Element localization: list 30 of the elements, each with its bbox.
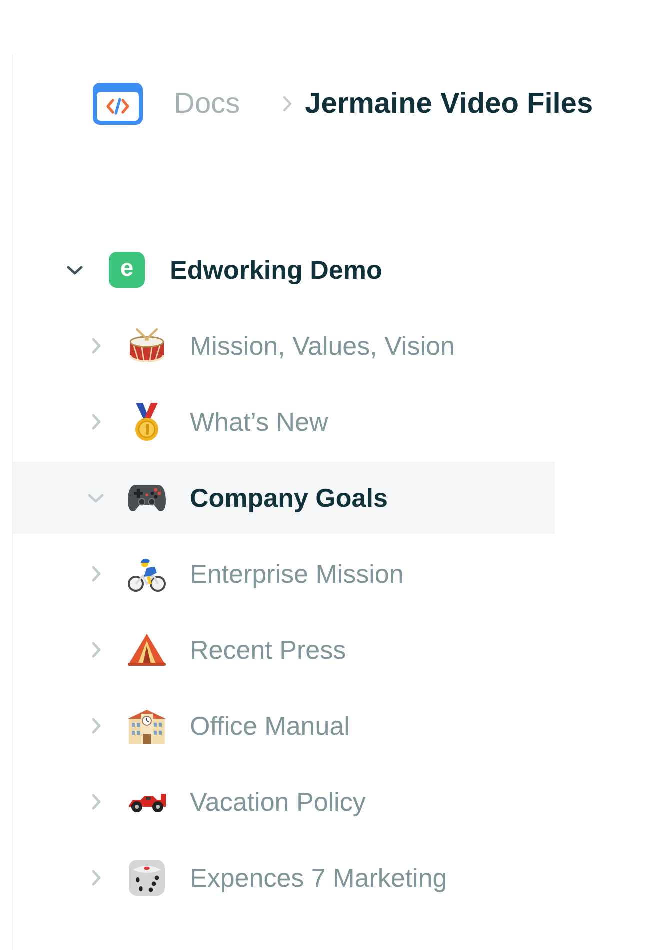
tree-item[interactable]: Enterprise Mission (13, 538, 555, 610)
chevron-right-icon[interactable] (92, 566, 100, 582)
breadcrumb-current: Jermaine Video Files (305, 87, 594, 122)
breadcrumb-link[interactable]: Docs (174, 83, 240, 125)
drum-icon (128, 328, 166, 364)
chevron-down-icon[interactable] (67, 266, 83, 274)
code-window-icon (93, 83, 143, 125)
chevron-right-icon[interactable] (92, 870, 100, 886)
chevron-right-icon[interactable] (92, 414, 100, 430)
chevron-right-icon[interactable] (92, 338, 100, 354)
tree-item[interactable]: Vacation Policy (13, 766, 555, 838)
tree-item[interactable]: Mission, Values, Vision (13, 310, 555, 382)
tree-item[interactable]: What’s New (13, 386, 555, 458)
workspace-logo: e (109, 252, 145, 288)
chevron-right-icon (283, 96, 292, 112)
tree-item[interactable]: e Edworking Demo (13, 234, 555, 306)
tree-item[interactable]: Company Goals (13, 462, 555, 534)
gamepad-icon (128, 483, 166, 513)
chevron-right-icon[interactable] (92, 642, 100, 658)
cyclist-icon (128, 556, 166, 592)
tree-item[interactable]: Expences 7 Marketing (13, 842, 555, 914)
race-car-icon (128, 791, 166, 813)
tree-item[interactable]: Office Manual (13, 690, 555, 762)
tent-icon (128, 634, 166, 666)
tree-item[interactable]: Recent Press (13, 614, 555, 686)
chevron-right-icon[interactable] (92, 718, 100, 734)
chevron-right-icon[interactable] (92, 794, 100, 810)
medal-icon (135, 403, 159, 441)
die-icon (129, 860, 165, 896)
building-icon (128, 708, 166, 744)
